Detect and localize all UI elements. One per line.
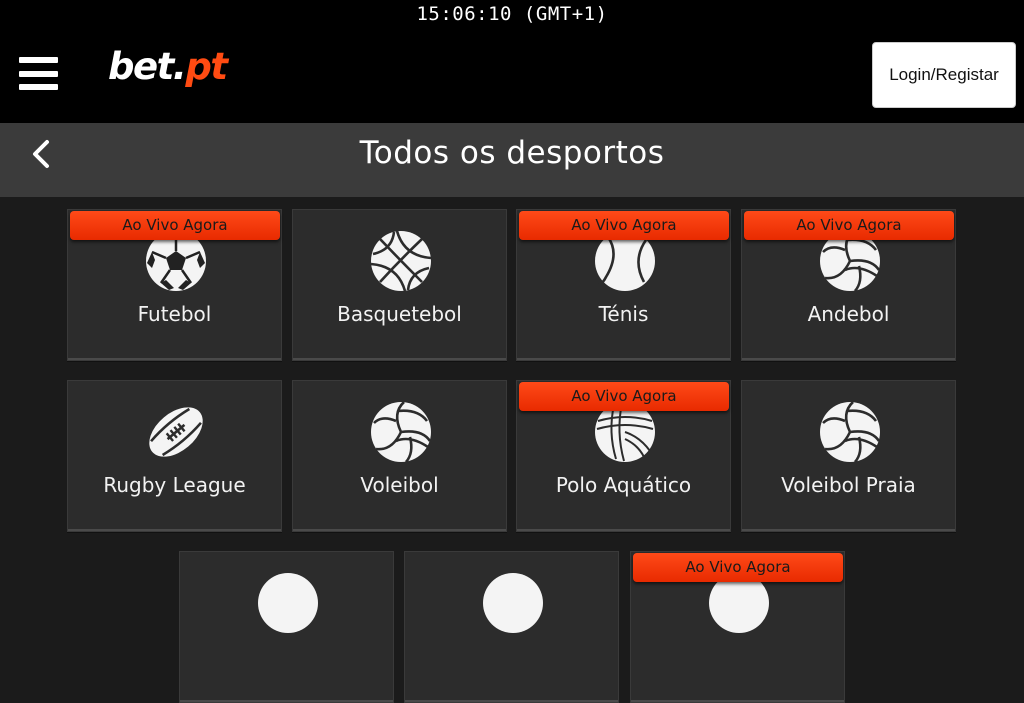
sport-tile[interactable]: Ao Vivo Agora bbox=[630, 551, 845, 703]
top-bar: 15:06:10 (GMT+1) bet.pt Login/Registar bbox=[0, 0, 1024, 123]
rugby-ball-icon bbox=[145, 401, 207, 463]
basketball-icon bbox=[370, 230, 432, 292]
volleyball-icon bbox=[370, 401, 432, 463]
sport-name: Andebol bbox=[807, 302, 890, 326]
logo-text-pt: pt bbox=[185, 45, 228, 88]
sport-tile[interactable]: Basquetebol bbox=[292, 209, 507, 361]
sport-name: Polo Aquático bbox=[555, 473, 692, 497]
sport-tile[interactable] bbox=[404, 551, 619, 703]
sport-name: Rugby League bbox=[103, 473, 246, 497]
live-now-badge: Ao Vivo Agora bbox=[519, 211, 729, 240]
login-register-button[interactable]: Login/Registar bbox=[872, 42, 1016, 108]
bet-pt-logo[interactable]: bet.pt bbox=[108, 45, 228, 88]
sport-name: Voleibol bbox=[360, 473, 439, 497]
beach-volleyball-icon bbox=[819, 401, 881, 463]
hamburger-menu-icon[interactable] bbox=[19, 57, 58, 90]
sport-icon bbox=[482, 572, 544, 634]
sport-name: Futebol bbox=[137, 302, 212, 326]
live-now-badge: Ao Vivo Agora bbox=[519, 382, 729, 411]
sport-tile[interactable]: Ténis Ao Vivo Agora bbox=[516, 209, 731, 361]
sport-tile[interactable]: Andebol Ao Vivo Agora bbox=[741, 209, 956, 361]
sport-tile[interactable]: Voleibol bbox=[292, 380, 507, 532]
sport-name: Ténis bbox=[598, 302, 649, 326]
live-now-badge: Ao Vivo Agora bbox=[744, 211, 954, 240]
sport-name: Basquetebol bbox=[337, 302, 462, 326]
sport-tile[interactable]: Futebol Ao Vivo Agora bbox=[67, 209, 282, 361]
clock-time: 15:06:10 (GMT+1) bbox=[416, 3, 608, 25]
live-now-badge: Ao Vivo Agora bbox=[633, 553, 843, 582]
page-title: Todos os desportos bbox=[359, 135, 665, 171]
sport-tile[interactable] bbox=[179, 551, 394, 703]
sport-icon bbox=[257, 572, 319, 634]
sport-tile[interactable]: Rugby League bbox=[67, 380, 282, 532]
sports-grid: Futebol Ao Vivo Agora Basquetebol Ténis Ao V… bbox=[0, 197, 1024, 703]
sport-name: Voleibol Praia bbox=[781, 473, 916, 497]
sport-tile[interactable]: Polo Aquático Ao Vivo Agora bbox=[516, 380, 731, 532]
live-now-badge: Ao Vivo Agora bbox=[70, 211, 280, 240]
logo-text-bet: bet. bbox=[108, 45, 187, 88]
sport-tile[interactable]: Voleibol Praia bbox=[741, 380, 956, 532]
